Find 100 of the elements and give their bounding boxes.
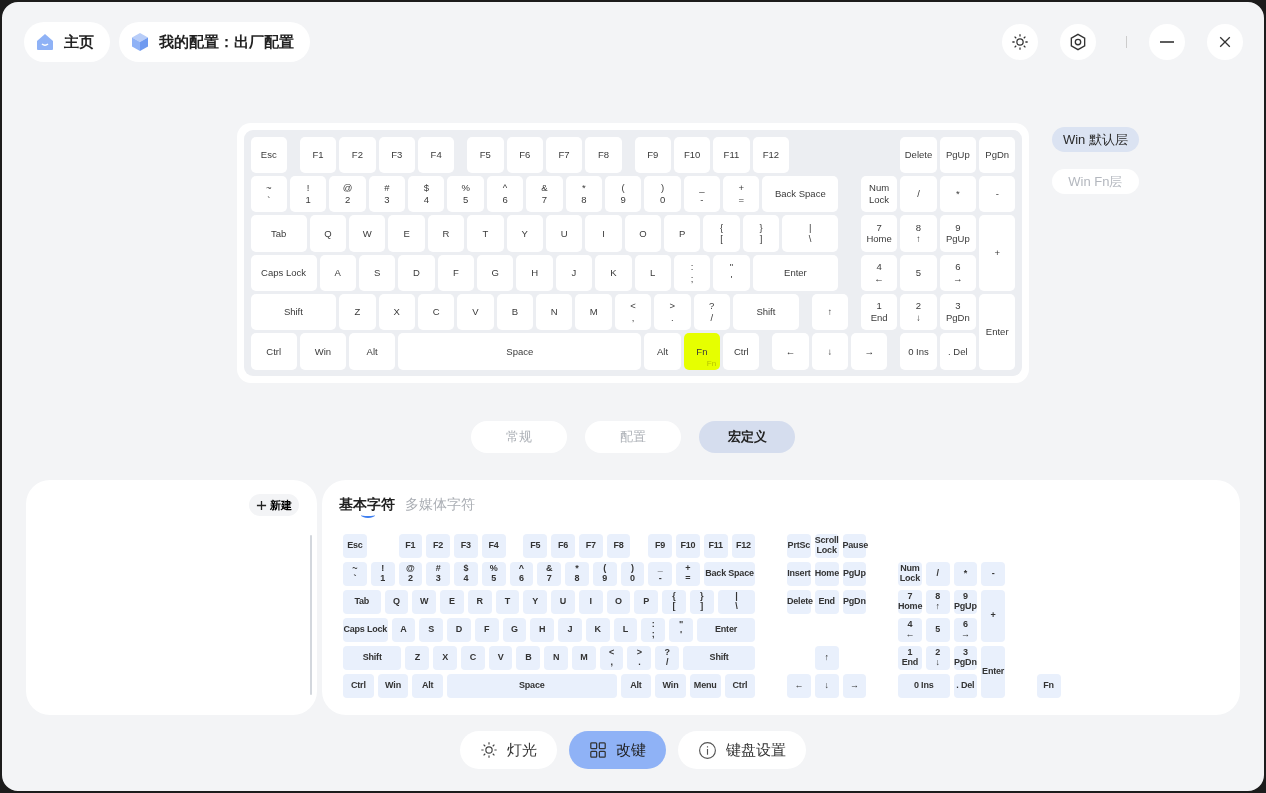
key[interactable]: ↑ — [814, 646, 839, 671]
key[interactable]: ! 1 — [289, 175, 327, 213]
key[interactable]: U — [551, 590, 575, 615]
key[interactable]: W — [349, 215, 386, 252]
key[interactable]: F7 — [578, 534, 603, 559]
key[interactable]: ( 9 — [592, 562, 617, 587]
key[interactable]: Tab — [343, 590, 381, 615]
key[interactable]: Q — [384, 590, 409, 615]
layer-tab[interactable]: Win 默认层 — [1051, 127, 1139, 152]
key[interactable]: O — [606, 590, 631, 615]
key[interactable]: & 7 — [537, 562, 561, 587]
key[interactable]: K — [595, 254, 632, 292]
key[interactable]: PgDn — [979, 136, 1016, 173]
key[interactable]: S — [358, 254, 396, 292]
key[interactable]: { [ — [662, 590, 686, 615]
key[interactable]: F9 — [634, 136, 671, 173]
nav-button[interactable]: 灯光 — [460, 731, 557, 770]
key[interactable]: $ 4 — [454, 562, 478, 587]
key[interactable]: Space — [447, 674, 617, 699]
key[interactable]: $ 4 — [408, 175, 445, 213]
key[interactable]: R — [467, 590, 492, 615]
key[interactable]: ↓ — [811, 333, 849, 370]
key[interactable]: G — [502, 618, 527, 643]
key[interactable]: Back Space — [762, 175, 839, 213]
key[interactable]: N — [544, 646, 568, 671]
brightness-button[interactable] — [1002, 24, 1038, 60]
key[interactable]: 4 ← — [860, 254, 898, 292]
key[interactable]: ) 0 — [620, 562, 645, 587]
key[interactable]: A — [391, 618, 416, 643]
key[interactable]: F3 — [454, 534, 478, 559]
key[interactable]: P — [664, 215, 701, 252]
key[interactable]: W — [412, 590, 437, 615]
key[interactable]: V — [457, 294, 494, 331]
key[interactable]: F2 — [426, 534, 450, 559]
key[interactable]: ! 1 — [370, 562, 395, 587]
key[interactable]: 2 ↓ — [900, 294, 937, 331]
key[interactable]: F — [437, 254, 474, 292]
key[interactable]: F11 — [703, 534, 728, 559]
key[interactable]: F1 — [398, 534, 423, 559]
key[interactable]: N — [536, 294, 573, 331]
key[interactable]: ) 0 — [644, 175, 681, 213]
key[interactable]: → — [842, 674, 867, 699]
key[interactable]: Esc — [343, 534, 367, 559]
key[interactable]: C — [417, 294, 455, 331]
key[interactable]: 8 ↑ — [900, 215, 937, 252]
key[interactable]: 9 PgUp — [953, 590, 978, 615]
key[interactable]: F12 — [752, 136, 789, 173]
key[interactable]: A — [319, 254, 356, 292]
key[interactable]: ^ 6 — [509, 562, 534, 587]
key[interactable]: Ctrl — [343, 674, 374, 699]
key[interactable]: Back Space — [703, 562, 756, 587]
key[interactable]: F3 — [378, 136, 415, 173]
key[interactable]: - — [981, 562, 1005, 587]
key[interactable]: 0 Ins — [900, 333, 937, 370]
key[interactable]: 3 PgDn — [939, 294, 977, 331]
key[interactable]: Shift — [250, 294, 337, 331]
key[interactable]: > . — [627, 646, 652, 671]
key[interactable]: ? / — [693, 294, 730, 331]
key[interactable]: | \ — [717, 590, 756, 615]
key[interactable]: F — [474, 618, 499, 643]
key[interactable]: Ctrl — [724, 674, 756, 699]
key[interactable]: | \ — [782, 215, 839, 252]
key[interactable]: ↓ — [814, 674, 839, 699]
key[interactable]: R — [427, 215, 465, 252]
settings-button[interactable] — [1060, 24, 1096, 60]
key[interactable]: Alt — [349, 333, 396, 370]
key[interactable]: H — [530, 618, 555, 643]
key[interactable]: P — [634, 590, 659, 615]
key[interactable]: F6 — [506, 136, 543, 173]
key[interactable]: 1 End — [898, 646, 922, 671]
key[interactable]: F2 — [339, 136, 376, 173]
key[interactable]: Shift — [343, 646, 402, 671]
key[interactable]: < , — [599, 646, 624, 671]
key[interactable]: L — [613, 618, 638, 643]
key[interactable]: ← — [772, 333, 809, 370]
profile-button[interactable]: 我的配置：出厂配置 — [119, 22, 310, 62]
key[interactable]: Enter — [981, 646, 1005, 699]
key[interactable]: T — [495, 590, 520, 615]
key[interactable]: F5 — [467, 136, 504, 173]
key[interactable]: * 8 — [565, 562, 589, 587]
key[interactable]: L — [634, 254, 671, 292]
key[interactable]: & 7 — [526, 175, 563, 213]
key[interactable]: Alt — [644, 333, 681, 370]
key[interactable]: E — [388, 215, 425, 252]
key[interactable]: Enter — [696, 618, 756, 643]
key[interactable]: Caps Lock — [343, 618, 388, 643]
key[interactable]: . Del — [953, 674, 978, 699]
key[interactable]: Fn — [1036, 674, 1061, 699]
key[interactable]: F6 — [551, 534, 575, 559]
key[interactable]: _ - — [648, 562, 672, 587]
key[interactable]: PgDn — [842, 590, 867, 615]
key[interactable]: 7 Home — [860, 215, 898, 252]
key[interactable]: ← — [787, 674, 811, 699]
key[interactable]: J — [555, 254, 593, 292]
key[interactable]: D — [447, 618, 471, 643]
close-button[interactable] — [1207, 24, 1243, 60]
key[interactable]: % 5 — [447, 175, 484, 213]
key[interactable]: " ' — [713, 254, 750, 292]
character-tab[interactable]: 基本字符 — [339, 494, 395, 522]
key[interactable]: ↑ — [811, 294, 849, 331]
